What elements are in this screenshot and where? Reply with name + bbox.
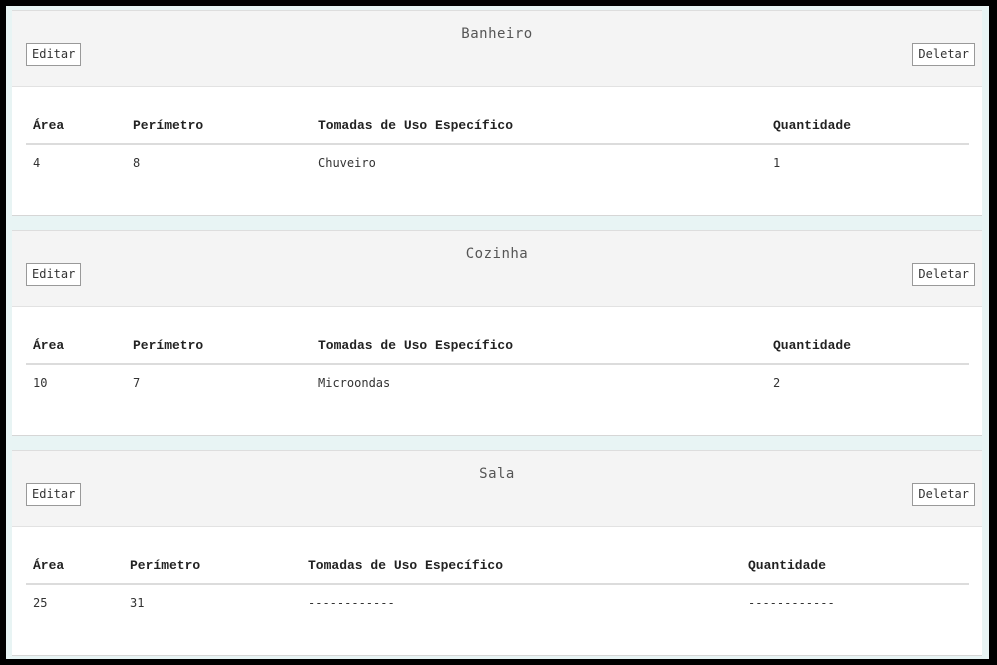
table-row: 10 7 Microondas 2 [26,364,969,401]
table-header-row: Área Perímetro Tomadas de Uso Específico… [26,541,969,585]
column-header-quantity: Quantidade [766,321,969,365]
room-title: Cozinha [465,246,529,262]
column-header-quantity: Quantidade [741,541,969,585]
cell-outlets: Microondas [318,376,391,390]
cell-quantity: 1 [773,156,781,170]
column-header-quantity: Quantidade [766,101,969,145]
column-header-area: Área [26,101,126,145]
room-card-cozinha: Cozinha Editar Deletar Área Perímetro To… [12,230,982,436]
edit-button[interactable]: Editar [26,483,82,506]
table-header-row: Área Perímetro Tomadas de Uso Específico… [26,101,969,145]
column-header-perimeter: Perímetro [126,321,311,365]
cell-outlets: ------------ [308,596,395,610]
edit-button[interactable]: Editar [26,263,82,286]
room-table: Área Perímetro Tomadas de Uso Específico… [26,541,969,621]
room-card-header: Banheiro Editar Deletar [12,11,982,87]
app-frame: Banheiro Editar Deletar Área Perímetro T… [0,0,997,665]
room-card-sala: Sala Editar Deletar Área Perímetro Tomad… [12,450,982,656]
column-header-area: Área [26,321,126,365]
column-header-perimeter: Perímetro [123,541,301,585]
cell-area: 4 [33,156,41,170]
cell-perimeter: 31 [130,596,145,610]
room-title: Banheiro [461,26,533,42]
delete-button[interactable]: Deletar [912,43,975,66]
edit-button[interactable]: Editar [26,43,82,66]
room-title: Sala [479,466,515,482]
cell-perimeter: 7 [133,376,141,390]
cell-quantity: 2 [773,376,781,390]
cell-perimeter: 8 [133,156,141,170]
column-header-outlets: Tomadas de Uso Específico [311,321,766,365]
cell-area: 25 [33,596,48,610]
table-row: 4 8 Chuveiro 1 [26,144,969,181]
delete-button[interactable]: Deletar [912,483,975,506]
column-header-area: Área [26,541,123,585]
room-card-banheiro: Banheiro Editar Deletar Área Perímetro T… [12,10,982,216]
room-table: Área Perímetro Tomadas de Uso Específico… [26,101,969,181]
room-card-header: Sala Editar Deletar [12,451,982,527]
table-header-row: Área Perímetro Tomadas de Uso Específico… [26,321,969,365]
room-table: Área Perímetro Tomadas de Uso Específico… [26,321,969,401]
column-header-outlets: Tomadas de Uso Específico [301,541,741,585]
column-header-perimeter: Perímetro [126,101,311,145]
cell-quantity: ------------ [748,596,835,610]
column-header-outlets: Tomadas de Uso Específico [311,101,766,145]
table-row: 25 31 ------------ ------------ [26,584,969,621]
cell-area: 10 [33,376,48,390]
delete-button[interactable]: Deletar [912,263,975,286]
room-card-header: Cozinha Editar Deletar [12,231,982,307]
cell-outlets: Chuveiro [318,156,376,170]
